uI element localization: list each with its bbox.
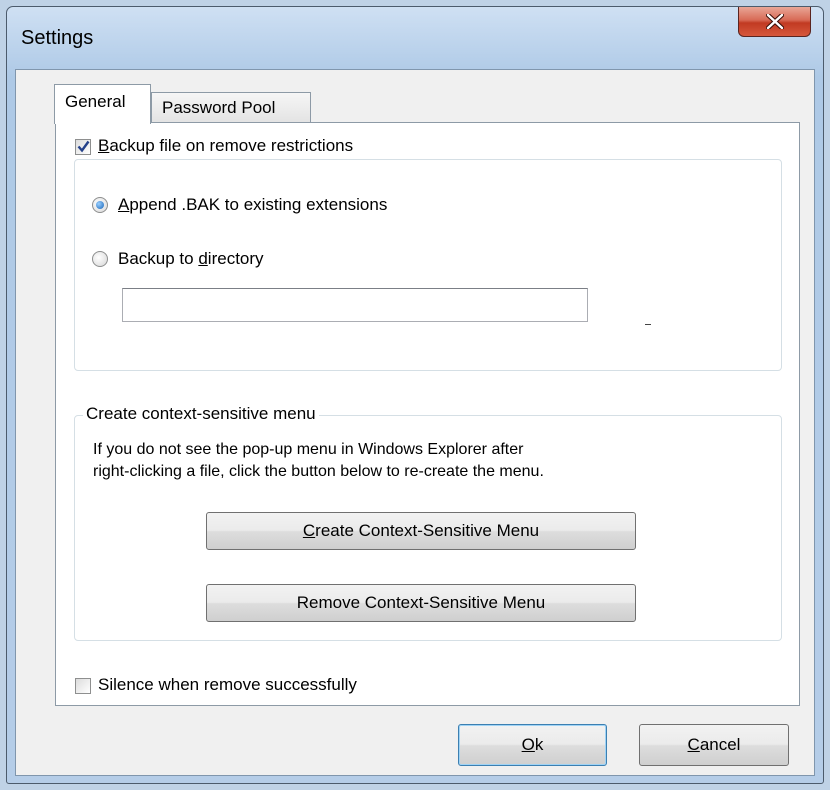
tab-general-label: General (65, 92, 126, 111)
context-menu-description-line1: If you do not see the pop-up menu in Win… (93, 441, 524, 458)
cancel-button[interactable]: Cancel (639, 724, 789, 766)
tab-general[interactable]: General (54, 84, 151, 124)
append-bak-radio-label[interactable]: Append .BAK to existing extensions (118, 195, 387, 215)
settings-dialog: Settings General Password Pool Backup fi… (6, 6, 824, 784)
remove-context-menu-button[interactable]: Remove Context-Sensitive Menu (206, 584, 636, 622)
radio-selected-dot (96, 201, 104, 209)
silence-checkbox-label[interactable]: Silence when remove successfully (98, 675, 357, 695)
dialog-client-area: General Password Pool Backup file on rem… (15, 69, 815, 776)
ok-button[interactable]: Ok (458, 724, 607, 766)
stray-dash-mark (645, 324, 651, 325)
silence-checkbox[interactable] (75, 678, 91, 694)
window-title: Settings (21, 27, 94, 49)
checkmark-icon (77, 140, 90, 153)
title-bar[interactable]: Settings (7, 7, 823, 71)
create-context-menu-button[interactable]: Create Context-Sensitive Menu (206, 512, 636, 550)
close-button[interactable] (738, 7, 811, 37)
backup-directory-radio[interactable] (92, 251, 108, 267)
backup-file-checkbox[interactable] (75, 139, 91, 155)
context-menu-group-title: Create context-sensitive menu (83, 404, 319, 424)
backup-directory-radio-label[interactable]: Backup to directory (118, 249, 264, 269)
close-icon (766, 14, 784, 29)
context-menu-description-line2: right-clicking a file, click the button … (93, 463, 544, 480)
backup-directory-input[interactable] (122, 288, 588, 322)
append-bak-radio[interactable] (92, 197, 108, 213)
tab-password-pool-label: Password Pool (162, 98, 276, 117)
backup-file-checkbox-label[interactable]: Backup file on remove restrictions (98, 136, 394, 156)
general-tab-panel: Backup file on remove restrictions Appen… (55, 122, 800, 706)
tab-password-pool[interactable]: Password Pool (151, 92, 311, 123)
